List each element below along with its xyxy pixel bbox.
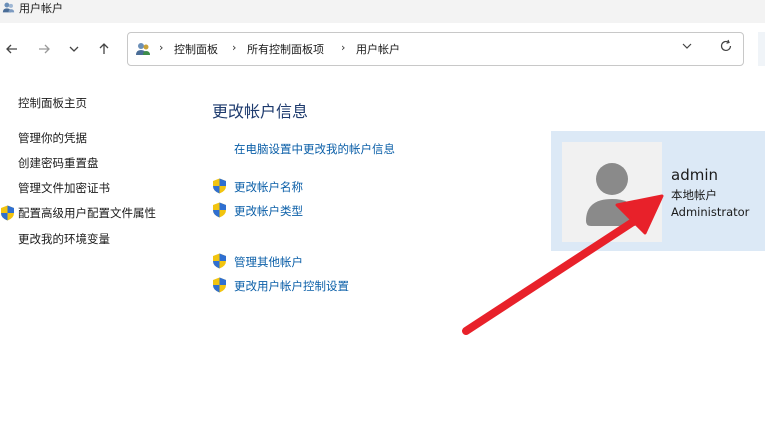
sidebar-item-control-panel-home[interactable]: 控制面板主页 xyxy=(18,95,87,111)
users-icon xyxy=(136,43,150,55)
link-change-account-type[interactable]: 更改帐户类型 xyxy=(234,203,303,219)
account-type: 本地帐户 xyxy=(671,188,717,202)
uac-shield-icon xyxy=(1,205,14,221)
address-bar[interactable]: › 控制面板 › 所有控制面板项 › 用户帐户 xyxy=(127,32,744,66)
arrow-right-icon xyxy=(39,44,50,54)
sidebar-item-environment-variables[interactable]: 更改我的环境变量 xyxy=(18,231,110,247)
page-title: 更改帐户信息 xyxy=(212,102,309,121)
breadcrumb-user-accounts[interactable]: 用户帐户 xyxy=(356,41,400,57)
users-icon xyxy=(2,2,15,13)
account-name: admin xyxy=(671,166,718,184)
breadcrumb-control-panel[interactable]: 控制面板 xyxy=(174,41,218,57)
up-button[interactable] xyxy=(94,39,114,59)
breadcrumb-all-items[interactable]: 所有控制面板项 xyxy=(247,41,324,57)
sidebar-item-label: 配置高级用户配置文件属性 xyxy=(18,206,156,220)
breadcrumb-separator: › xyxy=(341,41,346,54)
refresh-button[interactable] xyxy=(719,39,733,57)
uac-shield-icon xyxy=(213,277,226,293)
user-avatar-icon xyxy=(586,163,638,226)
sidebar-item-password-reset-disk[interactable]: 创建密码重置盘 xyxy=(18,155,99,171)
account-role: Administrator xyxy=(671,205,750,219)
link-pc-settings-account[interactable]: 在电脑设置中更改我的帐户信息 xyxy=(234,141,395,157)
sidebar-item-manage-credentials[interactable]: 管理你的凭据 xyxy=(18,130,87,146)
uac-shield-icon xyxy=(213,178,226,194)
chevron-down-icon xyxy=(682,43,692,49)
refresh-icon xyxy=(720,39,732,52)
arrow-up-icon xyxy=(99,43,109,54)
account-tile[interactable]: admin 本地帐户 Administrator xyxy=(551,131,765,251)
link-change-account-name[interactable]: 更改帐户名称 xyxy=(234,179,303,195)
address-dropdown-button[interactable] xyxy=(681,40,693,55)
recent-locations-button[interactable] xyxy=(64,39,84,59)
title-bar: 用户帐户 xyxy=(0,0,765,23)
sidebar-item-advanced-profile[interactable]: 配置高级用户配置文件属性 xyxy=(0,205,156,221)
navigation-bar: › 控制面板 › 所有控制面板项 › 用户帐户 xyxy=(0,23,765,78)
window-title: 用户帐户 xyxy=(19,2,63,15)
chevron-down-icon xyxy=(69,46,79,52)
breadcrumb-separator: › xyxy=(232,41,237,54)
breadcrumb-separator: › xyxy=(159,41,164,54)
forward-button[interactable] xyxy=(34,39,54,59)
uac-shield-icon xyxy=(213,202,226,218)
link-manage-other-accounts[interactable]: 管理其他帐户 xyxy=(234,254,303,270)
back-button[interactable] xyxy=(2,39,22,59)
avatar xyxy=(562,142,662,242)
search-box-edge[interactable] xyxy=(758,32,765,66)
link-uac-settings[interactable]: 更改用户帐户控制设置 xyxy=(234,278,349,294)
arrow-left-icon xyxy=(6,44,17,54)
uac-shield-icon xyxy=(213,253,226,269)
sidebar-item-file-encryption-certs[interactable]: 管理文件加密证书 xyxy=(18,180,110,196)
